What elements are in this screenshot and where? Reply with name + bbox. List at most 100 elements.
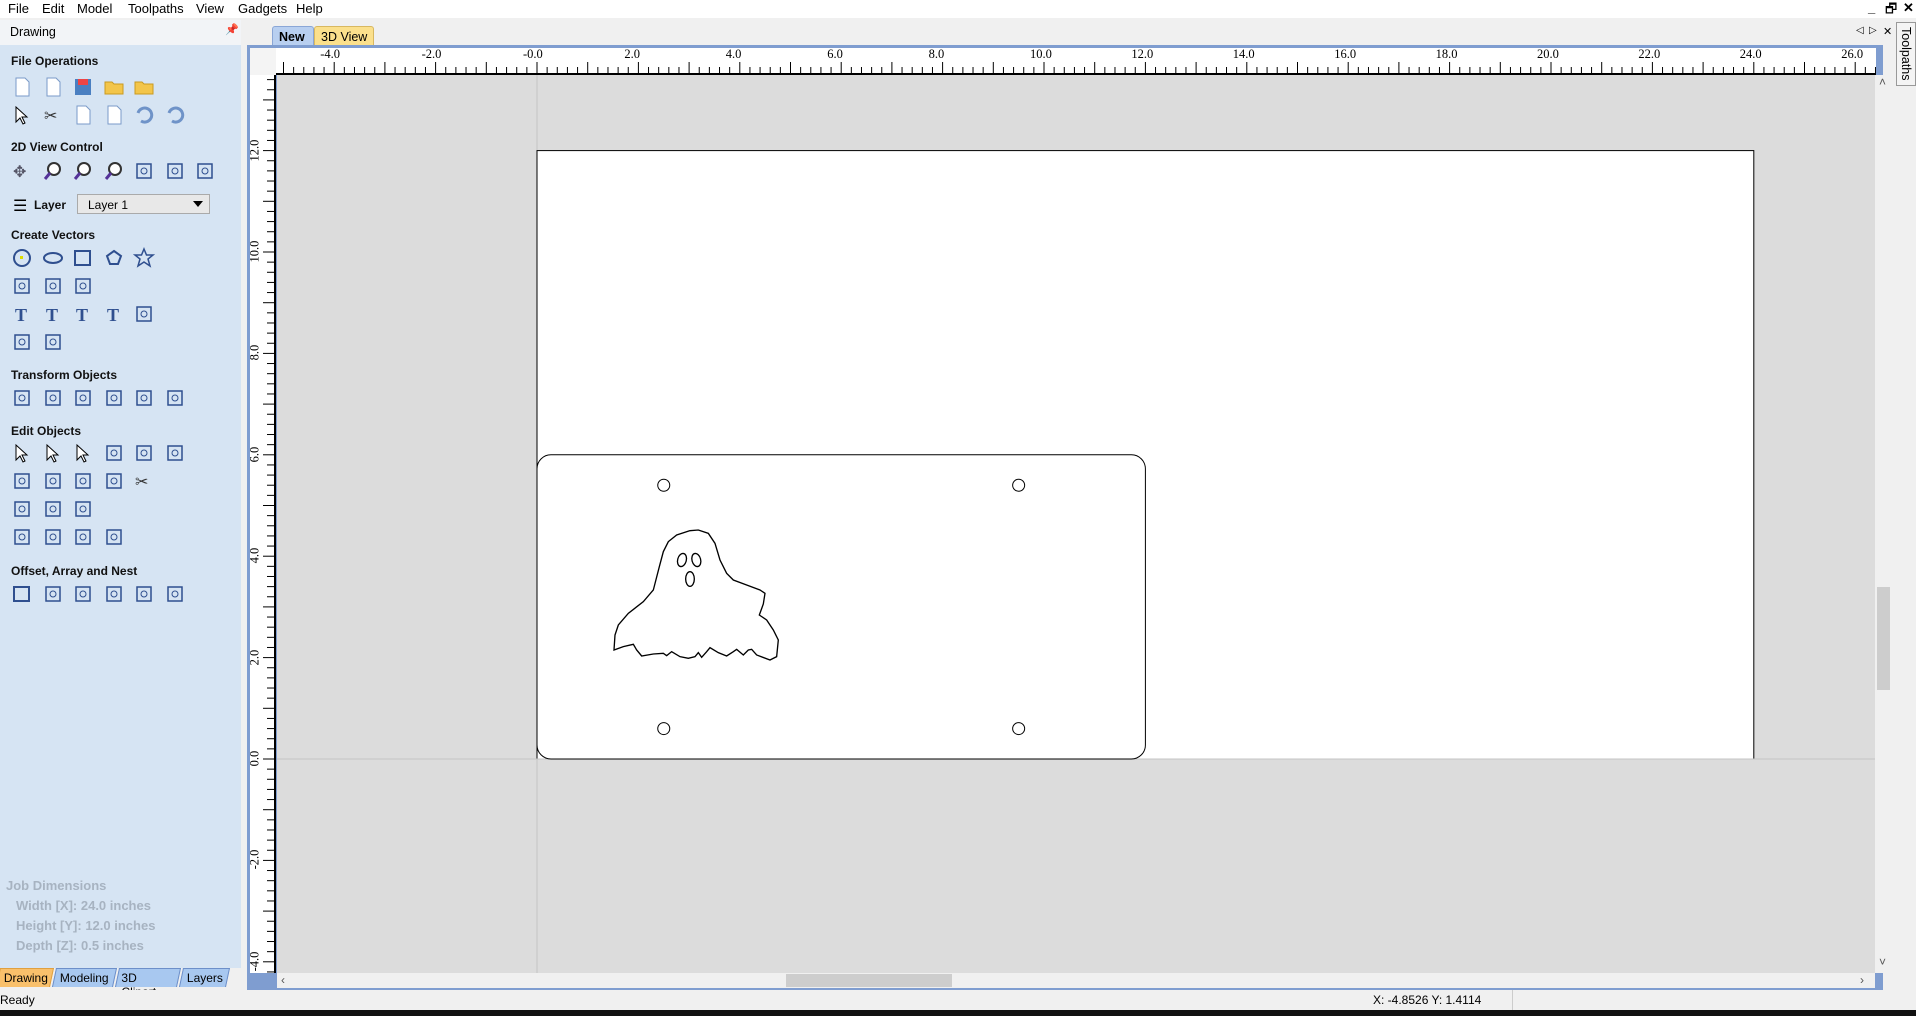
open-folder-icon[interactable]	[102, 75, 126, 99]
tab-new[interactable]: New	[272, 26, 314, 46]
chevron-down-icon	[193, 201, 203, 207]
intersect-icon[interactable]	[71, 469, 95, 493]
paste-icon[interactable]	[102, 103, 126, 127]
rectangle-icon[interactable]	[71, 246, 95, 270]
save-icon[interactable]	[71, 75, 95, 99]
prev-tab-icon[interactable]: ◁	[1856, 25, 1864, 36]
import-icon[interactable]	[132, 75, 156, 99]
pan-icon[interactable]: ✥	[10, 159, 34, 183]
view-right-icon[interactable]	[193, 159, 217, 183]
ruler-ticks	[263, 68, 274, 1013]
menu-toolpaths[interactable]: Toolpaths	[128, 1, 184, 16]
cursor-coordinates: X: -4.8526 Y: 1.4114	[1373, 993, 1482, 1007]
tab-modeling[interactable]: Modeling	[51, 968, 118, 987]
redo-icon[interactable]	[163, 103, 187, 127]
close-vector-icon[interactable]	[10, 525, 34, 549]
menu-view[interactable]: View	[196, 1, 224, 16]
vertical-scrollbar[interactable]: ˄ ˅	[1875, 75, 1892, 973]
circle-icon[interactable]	[10, 246, 34, 270]
menu-edit[interactable]: Edit	[42, 1, 64, 16]
text-on-curve-icon[interactable]: T	[71, 302, 95, 326]
move-icon[interactable]	[10, 386, 34, 410]
tab-drawing[interactable]: Drawing	[0, 968, 55, 987]
drawing-canvas[interactable]	[277, 75, 1875, 973]
vertical-scroll-thumb[interactable]	[1877, 587, 1890, 690]
job-height: Height [Y]: 12.0 inches	[16, 918, 156, 933]
tab-layers[interactable]: Layers	[178, 968, 231, 987]
mirror-icon[interactable]	[102, 386, 126, 410]
align-icon[interactable]	[71, 386, 95, 410]
dimension-icon[interactable]	[41, 330, 65, 354]
horizontal-scrollbar[interactable]: ‹ ›	[277, 973, 1875, 988]
close-button[interactable]: ✕	[1903, 0, 1914, 16]
smooth-curve-icon[interactable]	[71, 497, 95, 521]
cut-icon[interactable]: ✂	[41, 103, 65, 127]
array-icon[interactable]	[41, 582, 65, 606]
path-array-icon[interactable]	[102, 582, 126, 606]
menu-gadgets[interactable]: Gadgets	[238, 1, 287, 16]
curve-icon[interactable]	[71, 274, 95, 298]
close-tab-icon[interactable]: ✕	[1883, 25, 1892, 38]
layer-dropdown[interactable]: Layer 1	[77, 194, 210, 214]
menu-help[interactable]: Help	[296, 1, 323, 16]
zoom-box-icon[interactable]	[41, 159, 65, 183]
new-file-icon[interactable]	[10, 75, 34, 99]
menu-file[interactable]: File	[8, 1, 29, 16]
circular-array-icon[interactable]	[71, 582, 95, 606]
trace-bitmap-icon[interactable]	[10, 330, 34, 354]
view-center-icon[interactable]	[163, 159, 187, 183]
text-icon[interactable]: T	[10, 302, 34, 326]
node-edit-icon[interactable]	[41, 441, 65, 465]
ruler-corner	[250, 48, 276, 75]
node-triangle-icon[interactable]	[41, 497, 65, 521]
arc-icon[interactable]	[41, 274, 65, 298]
extend-icon[interactable]	[71, 525, 95, 549]
distort-icon[interactable]	[132, 386, 156, 410]
scroll-up-icon[interactable]: ˄	[1879, 75, 1886, 89]
weld-icon[interactable]	[10, 469, 34, 493]
toolpaths-side-tab[interactable]: Toolpaths	[1896, 22, 1916, 86]
ellipse-icon[interactable]	[41, 246, 65, 270]
undo-icon[interactable]	[132, 103, 156, 127]
measure-icon[interactable]	[163, 441, 187, 465]
star-icon[interactable]	[132, 246, 156, 270]
minimize-button[interactable]: _	[1868, 0, 1875, 15]
scroll-left-icon[interactable]: ‹	[281, 973, 285, 987]
nest-icon[interactable]	[132, 582, 156, 606]
copy-icon[interactable]	[71, 103, 95, 127]
open-file-icon[interactable]	[41, 75, 65, 99]
scale-icon[interactable]	[41, 386, 65, 410]
text-fit-icon[interactable]: T	[102, 302, 126, 326]
polygon-icon[interactable]	[102, 246, 126, 270]
transform-select-icon[interactable]	[71, 441, 95, 465]
pin-icon[interactable]: 📌	[225, 23, 239, 36]
join-icon[interactable]	[102, 469, 126, 493]
zoom-selection-icon[interactable]	[102, 159, 126, 183]
scroll-right-icon[interactable]: ›	[1860, 973, 1864, 987]
select-all-icon[interactable]	[10, 103, 34, 127]
arc-text-icon[interactable]	[132, 302, 156, 326]
open-vector-icon[interactable]	[41, 525, 65, 549]
text-box-icon[interactable]: T	[41, 302, 65, 326]
ruler-x-label: -2.0	[421, 47, 442, 61]
trim-icon[interactable]	[102, 525, 126, 549]
scissors-icon[interactable]: ✂	[132, 469, 156, 493]
scroll-down-icon[interactable]: ˅	[1879, 955, 1886, 969]
tab-3d-view[interactable]: 3D View	[314, 26, 374, 46]
tab-3d-clipart[interactable]: 3D Clipart	[114, 968, 182, 999]
horizontal-scroll-thumb[interactable]	[786, 974, 952, 987]
center-icon[interactable]	[163, 386, 187, 410]
select-icon[interactable]	[10, 441, 34, 465]
next-tab-icon[interactable]: ▷	[1869, 25, 1877, 36]
polyline-icon[interactable]	[10, 274, 34, 298]
fillet-icon[interactable]	[10, 497, 34, 521]
ungroup-icon[interactable]	[132, 441, 156, 465]
view-left-icon[interactable]	[132, 159, 156, 183]
restore-button[interactable]: 🗗	[1885, 0, 1897, 22]
menu-model[interactable]: Model	[77, 1, 112, 16]
subtract-icon[interactable]	[41, 469, 65, 493]
zig-icon[interactable]	[163, 582, 187, 606]
zoom-extents-icon[interactable]	[71, 159, 95, 183]
offset-icon[interactable]	[10, 582, 34, 606]
group-icon[interactable]	[102, 441, 126, 465]
